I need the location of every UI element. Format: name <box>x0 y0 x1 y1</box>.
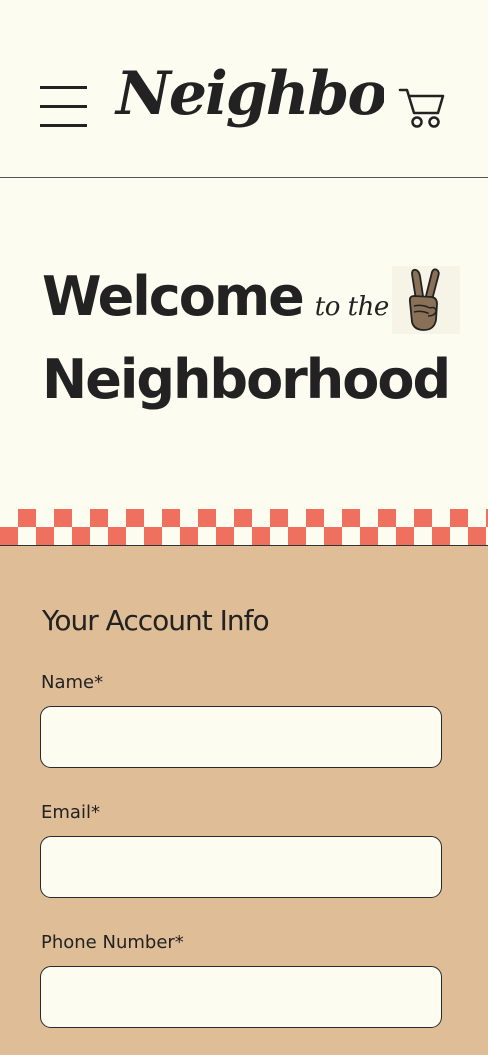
email-label: Email* <box>41 802 100 823</box>
phone-number-input[interactable] <box>40 966 442 1028</box>
form-title: Your Account Info <box>42 604 270 637</box>
neighborly-logo[interactable]: Neighborly <box>112 59 477 144</box>
hero-heading-line1: Welcome to the <box>42 262 389 332</box>
email-input[interactable] <box>40 836 442 898</box>
to-the-text: to the <box>314 292 389 322</box>
shopping-cart-icon[interactable] <box>396 86 448 130</box>
site-header: Neighborly <box>0 0 488 178</box>
checkerboard-divider <box>0 509 488 545</box>
name-input[interactable] <box>40 706 442 768</box>
welcome-text: Welcome <box>42 265 305 328</box>
peace-sign-hand-icon <box>392 266 460 334</box>
phone-number-label: Phone Number* <box>41 932 184 953</box>
name-label: Name* <box>41 672 104 693</box>
neighborhood-text: Neighborhood <box>42 348 451 411</box>
account-info-form: Your Account Info Name* Email* Phone Num… <box>0 545 488 1055</box>
hamburger-menu-icon[interactable] <box>40 86 88 128</box>
logo-text: Neighborly <box>114 62 384 129</box>
